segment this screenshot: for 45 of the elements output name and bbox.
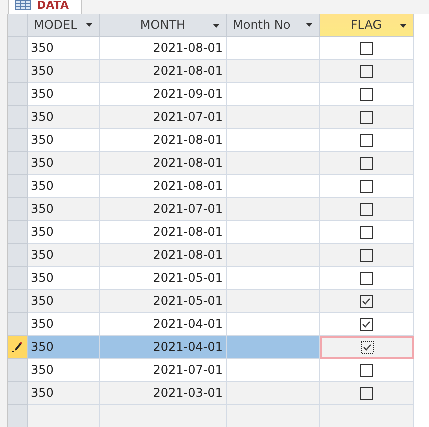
table-cell: 2021-04-01 (100, 336, 227, 359)
checkbox[interactable] (360, 110, 373, 124)
checkbox[interactable] (360, 226, 373, 238)
dropdown-arrow-icon[interactable] (86, 23, 93, 27)
table-cell: 2021-08-01 (100, 60, 227, 83)
table-cell: 350 (28, 244, 100, 267)
checkbox[interactable] (360, 364, 373, 376)
checkbox[interactable] (360, 42, 373, 54)
dropdown-arrow-icon[interactable] (400, 24, 407, 28)
table-cell: 350 (28, 152, 100, 175)
table-cell: 2021-08-01 (100, 244, 227, 267)
table-cell (28, 405, 100, 427)
checkbox[interactable] (360, 318, 373, 330)
record-selector[interactable] (8, 336, 28, 359)
table-icon (15, 0, 31, 10)
checkbox[interactable] (360, 202, 373, 216)
checkbox[interactable] (360, 64, 373, 78)
table-tab[interactable]: DATA (8, 0, 82, 14)
checkbox[interactable] (360, 180, 373, 192)
column-header[interactable]: MONTH (100, 14, 227, 37)
table-cell: 350 (28, 290, 100, 313)
checkbox[interactable] (360, 386, 373, 400)
checkbox[interactable] (360, 272, 373, 284)
table-cell: 350 (28, 198, 100, 221)
checkbox[interactable] (360, 88, 373, 100)
table-cell: 2021-03-01 (100, 382, 227, 405)
checkbox[interactable] (360, 341, 374, 354)
table-cell: 350 (28, 382, 100, 405)
column-header[interactable]: MODEL (28, 14, 100, 37)
table-cell: 2021-07-01 (100, 198, 227, 221)
table-cell: 2021-05-01 (100, 290, 227, 313)
table-cell: 350 (28, 106, 100, 129)
column-header[interactable]: FLAG (320, 14, 414, 37)
table-cell: 350 (28, 336, 100, 359)
checkbox[interactable] (360, 134, 373, 146)
column-header[interactable]: Month No (227, 14, 320, 37)
checkbox[interactable] (360, 294, 373, 308)
table-cell: 350 (28, 60, 100, 83)
table-cell: 2021-08-01 (100, 152, 227, 175)
table-cell: 2021-07-01 (100, 106, 227, 129)
pencil-icon (12, 341, 23, 353)
checkbox[interactable] (360, 156, 373, 170)
dropdown-arrow-icon[interactable] (306, 23, 313, 27)
dropdown-arrow-icon[interactable] (213, 24, 220, 28)
checkbox[interactable] (360, 248, 373, 262)
